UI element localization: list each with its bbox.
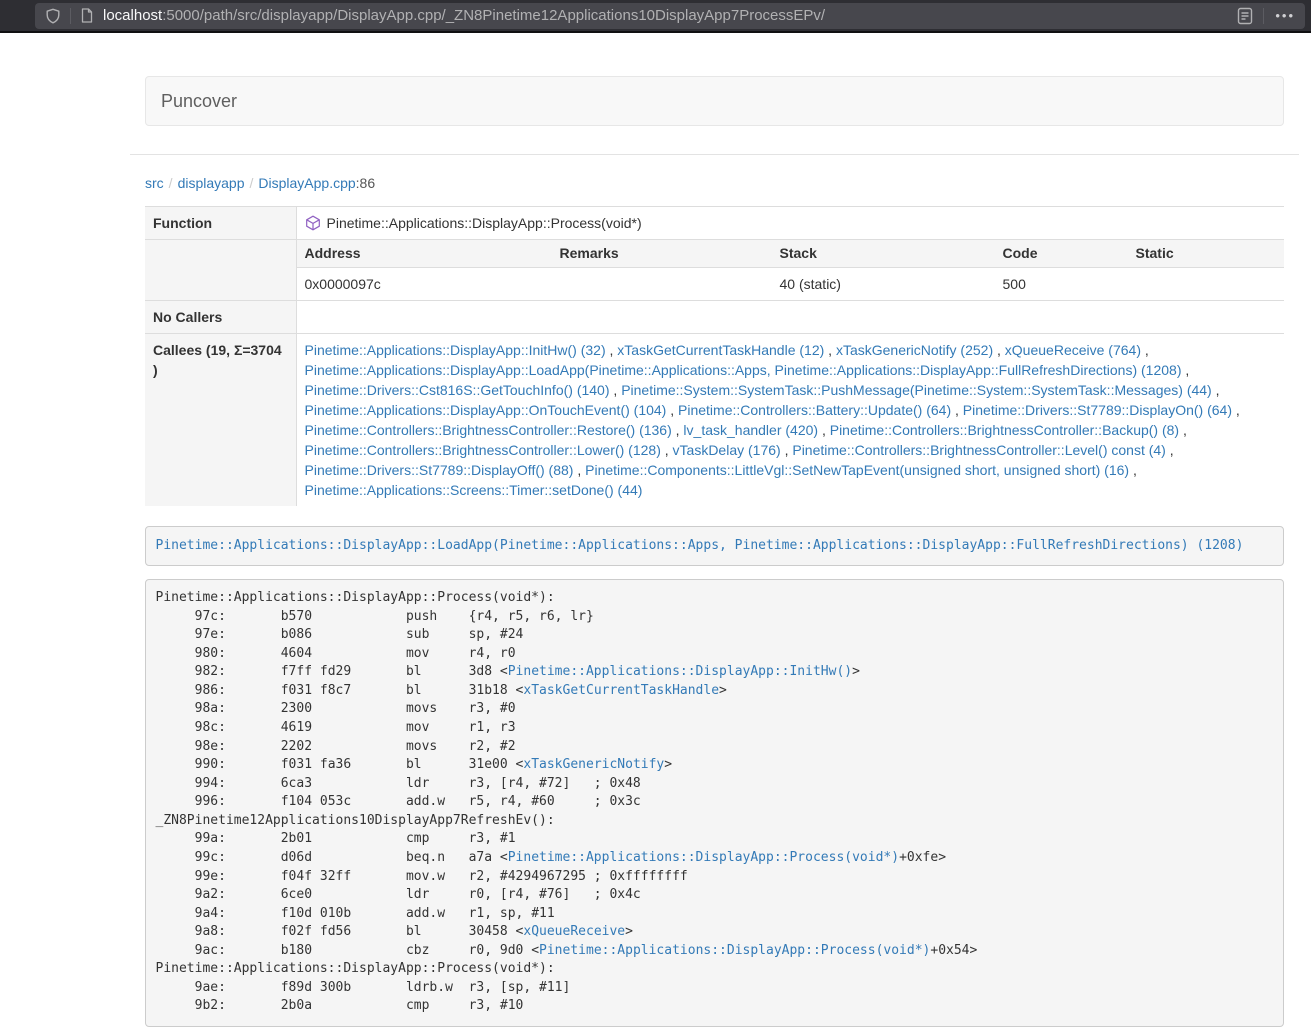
callee-link[interactable]: Pinetime::Applications::DisplayApp::Init… bbox=[305, 342, 606, 358]
navbar: Puncover bbox=[145, 76, 1284, 126]
shield-icon[interactable] bbox=[45, 8, 61, 24]
breadcrumb-item-displayapp[interactable]: displayapp bbox=[178, 175, 245, 191]
function-cell: Pinetime::Applications::DisplayApp::Proc… bbox=[296, 207, 1284, 240]
callee-link[interactable]: Pinetime::Controllers::BrightnessControl… bbox=[830, 422, 1179, 438]
callee-link[interactable]: xQueueReceive (764) bbox=[1005, 342, 1141, 358]
main-content: Puncover src/displayapp/DisplayApp.cpp:8… bbox=[130, 76, 1299, 1027]
highlight-panel: Pinetime::Applications::DisplayApp::Load… bbox=[145, 526, 1284, 566]
function-name: Pinetime::Applications::DisplayApp::Proc… bbox=[327, 215, 642, 231]
page-actions-icon[interactable]: ••• bbox=[1275, 8, 1295, 23]
row-label-callees: Callees (19, Σ=3704 ) bbox=[145, 334, 296, 507]
assembly-symbol-link[interactable]: Pinetime::Applications::DisplayApp::Proc… bbox=[539, 943, 930, 958]
breadcrumb-separator: / bbox=[245, 175, 259, 191]
toolbar-divider bbox=[70, 8, 71, 24]
callees-list: Pinetime::Applications::DisplayApp::Init… bbox=[296, 334, 1284, 507]
reader-mode-icon[interactable] bbox=[1236, 6, 1254, 26]
callee-link[interactable]: Pinetime::Drivers::Cst816S::GetTouchInfo… bbox=[305, 382, 610, 398]
callers-cell bbox=[296, 301, 1284, 334]
address-value: 0x0000097c bbox=[297, 268, 552, 301]
url-host: localhost bbox=[103, 7, 162, 24]
assembly-symbol-link[interactable]: xTaskGetCurrentTaskHandle bbox=[523, 683, 719, 698]
callee-link[interactable]: lv_task_handler (420) bbox=[683, 422, 818, 438]
callee-link[interactable]: Pinetime::Drivers::St7789::DisplayOff() … bbox=[305, 462, 574, 478]
breadcrumb-line-number: :86 bbox=[356, 175, 375, 191]
remarks-value bbox=[552, 268, 772, 301]
stack-value: 40 (static) bbox=[772, 268, 995, 301]
table-row: Callees (19, Σ=3704 ) Pinetime::Applicat… bbox=[145, 334, 1284, 507]
divider bbox=[130, 154, 1299, 155]
breadcrumb-separator: / bbox=[164, 175, 178, 191]
callee-link[interactable]: Pinetime::Controllers::Battery::Update()… bbox=[678, 402, 951, 418]
callee-link[interactable]: vTaskDelay (176) bbox=[673, 442, 781, 458]
stats-table: Address Remarks Stack Code Static 0x0000… bbox=[297, 240, 1285, 300]
static-value bbox=[1128, 268, 1285, 301]
col-header-stack: Stack bbox=[772, 240, 995, 268]
function-table: Function Pinetime::Applications::Display… bbox=[145, 206, 1284, 506]
url-path: :5000/path/src/displayapp/DisplayApp.cpp… bbox=[162, 7, 825, 24]
browser-toolbar: localhost:5000/path/src/displayapp/Displ… bbox=[0, 0, 1311, 33]
cube-icon bbox=[305, 215, 321, 231]
callee-link[interactable]: Pinetime::Controllers::BrightnessControl… bbox=[305, 442, 661, 458]
callee-link[interactable]: Pinetime::Applications::DisplayApp::OnTo… bbox=[305, 402, 667, 418]
callee-link[interactable]: Pinetime::Drivers::St7789::DisplayOn() (… bbox=[963, 402, 1232, 418]
callee-link[interactable]: xTaskGenericNotify (252) bbox=[836, 342, 993, 358]
stats-header-row: Address Remarks Stack Code Static bbox=[297, 240, 1285, 268]
page-icon[interactable] bbox=[80, 8, 94, 23]
breadcrumb: src/displayapp/DisplayApp.cpp:86 bbox=[145, 173, 1284, 193]
assembly-symbol-link[interactable]: Pinetime::Applications::DisplayApp::Proc… bbox=[508, 850, 899, 865]
callee-link[interactable]: Pinetime::System::SystemTask::PushMessag… bbox=[621, 382, 1212, 398]
callee-link[interactable]: Pinetime::Applications::DisplayApp::Load… bbox=[305, 362, 1182, 378]
row-label-no-callers: No Callers bbox=[145, 301, 296, 334]
callee-link[interactable]: Pinetime::Applications::Screens::Timer::… bbox=[305, 482, 643, 498]
assembly-symbol-link[interactable]: Pinetime::Applications::DisplayApp::Init… bbox=[508, 664, 852, 679]
callee-link[interactable]: Pinetime::Components::LittleVgl::SetNewT… bbox=[585, 462, 1129, 478]
col-header-remarks: Remarks bbox=[552, 240, 772, 268]
col-header-static: Static bbox=[1128, 240, 1285, 268]
table-row: Address Remarks Stack Code Static 0x0000… bbox=[145, 240, 1284, 301]
code-value: 500 bbox=[995, 268, 1128, 301]
col-header-address: Address bbox=[297, 240, 552, 268]
breadcrumb-item-file[interactable]: DisplayApp.cpp bbox=[258, 175, 355, 191]
assembly-listing: Pinetime::Applications::DisplayApp::Proc… bbox=[145, 579, 1284, 1027]
row-label-function: Function bbox=[145, 207, 296, 240]
toolbar-divider bbox=[1263, 8, 1264, 24]
stats-cell: Address Remarks Stack Code Static 0x0000… bbox=[296, 240, 1284, 301]
brand-link[interactable]: Puncover bbox=[161, 91, 237, 111]
url-bar[interactable]: localhost:5000/path/src/displayapp/Displ… bbox=[35, 3, 1305, 29]
row-label-empty bbox=[145, 240, 296, 301]
assembly-symbol-link[interactable]: xQueueReceive bbox=[523, 924, 625, 939]
callee-link[interactable]: Pinetime::Controllers::BrightnessControl… bbox=[792, 442, 1165, 458]
col-header-code: Code bbox=[995, 240, 1128, 268]
table-row: Function Pinetime::Applications::Display… bbox=[145, 207, 1284, 240]
url-text: localhost:5000/path/src/displayapp/Displ… bbox=[103, 7, 825, 24]
stats-value-row: 0x0000097c 40 (static) 500 bbox=[297, 268, 1285, 301]
table-row: No Callers bbox=[145, 301, 1284, 334]
highlight-link[interactable]: Pinetime::Applications::DisplayApp::Load… bbox=[156, 538, 1244, 553]
callee-link[interactable]: Pinetime::Controllers::BrightnessControl… bbox=[305, 422, 672, 438]
callee-link[interactable]: xTaskGetCurrentTaskHandle (12) bbox=[617, 342, 824, 358]
assembly-symbol-link[interactable]: xTaskGenericNotify bbox=[523, 757, 664, 772]
breadcrumb-item-src[interactable]: src bbox=[145, 175, 164, 191]
